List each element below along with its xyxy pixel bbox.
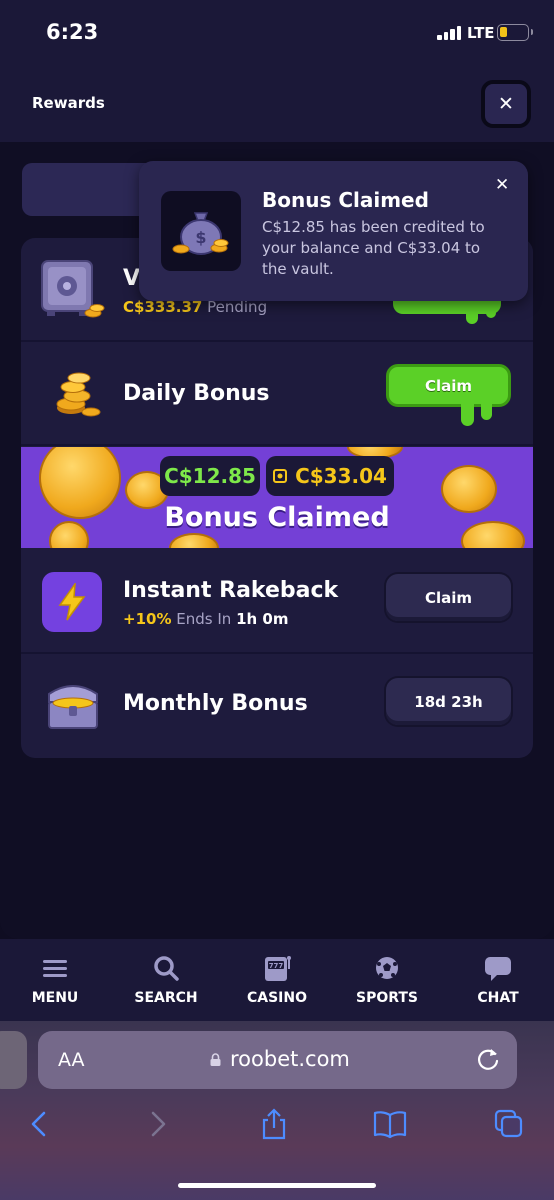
nav-item-casino[interactable]: 777 CASINO <box>232 953 322 1006</box>
bottom-navigation: MENU SEARCH 777 CASINO SPORTS CHAT <box>0 939 554 1021</box>
url-text: roobet.com <box>230 1047 350 1071</box>
nav-label-casino: CASINO <box>246 990 308 1006</box>
close-rewards-button[interactable]: ✕ <box>481 80 531 128</box>
vault-claim-button-edge[interactable] <box>393 300 501 314</box>
monthly-bonus-countdown-button[interactable]: 18d 23h <box>386 678 511 725</box>
instant-rakeback-subtitle: +10% Ends In 1h 0m <box>123 610 288 628</box>
rewards-list: V C$333.37 Pending Daily Bonus Claim C$1… <box>21 238 533 758</box>
bonus-claimed-banner: C$12.85 C$33.04 Bonus Claimed <box>21 447 533 548</box>
status-bar: 6:23 LTE <box>0 0 554 66</box>
browser-toolbar: AA roobet.com <box>0 1021 554 1200</box>
previous-tab-preview[interactable] <box>0 1031 27 1089</box>
network-type: LTE <box>467 24 495 42</box>
banner-title: Bonus Claimed <box>164 502 390 533</box>
list-item-instant-rakeback: Instant Rakeback +10% Ends In 1h 0m Clai… <box>21 550 533 654</box>
nav-item-menu[interactable]: MENU <box>10 953 100 1006</box>
daily-bonus-title: Daily Bonus <box>123 381 270 406</box>
rewards-header: Rewards <box>0 66 554 142</box>
nav-label-search: SEARCH <box>134 990 198 1006</box>
toast-close-button[interactable]: ✕ <box>495 175 509 195</box>
signal-icon <box>437 26 463 40</box>
bookmarks-icon[interactable] <box>373 1107 407 1141</box>
chat-bubble-icon <box>485 957 511 981</box>
monthly-bonus-title: Monthly Bonus <box>123 691 308 716</box>
nav-item-chat[interactable]: CHAT <box>453 953 543 1006</box>
reload-icon[interactable] <box>475 1046 501 1072</box>
svg-text:$: $ <box>195 228 206 247</box>
slot-machine-icon: 777 <box>265 956 291 981</box>
svg-text:777: 777 <box>269 962 284 970</box>
instant-rakeback-claim-button[interactable]: Claim <box>386 574 511 621</box>
battery-icon <box>497 24 533 41</box>
list-item-monthly-bonus: Monthly Bonus 18d 23h <box>21 654 533 758</box>
vault-credit-pill: C$33.04 <box>266 456 394 496</box>
share-icon[interactable] <box>257 1107 291 1141</box>
vault-safe-icon <box>41 260 105 318</box>
tabs-icon[interactable] <box>492 1107 526 1141</box>
bonus-claimed-toast: $ Bonus Claimed C$12.85 has been credite… <box>139 161 528 301</box>
instant-rakeback-title: Instant Rakeback <box>123 578 339 603</box>
balance-credit-pill: C$12.85 <box>160 456 260 496</box>
toast-title: Bonus Claimed <box>262 188 429 212</box>
forward-icon[interactable] <box>141 1107 175 1141</box>
status-time: 6:23 <box>46 20 99 44</box>
menu-icon <box>43 960 67 977</box>
list-item-daily-bonus: Daily Bonus Claim <box>21 342 533 446</box>
money-bag-icon: $ <box>161 191 241 271</box>
vault-credit-amount: C$33.04 <box>295 464 387 488</box>
nav-label-chat: CHAT <box>477 990 519 1006</box>
nav-item-search[interactable]: SEARCH <box>121 953 211 1006</box>
page-title: Rewards <box>32 94 105 112</box>
soccer-ball-icon <box>376 957 398 979</box>
rakeback-ends-label: Ends In <box>176 610 232 628</box>
address-bar[interactable]: AA roobet.com <box>38 1031 517 1089</box>
text-size-button[interactable]: AA <box>58 1049 85 1071</box>
back-icon[interactable] <box>22 1107 56 1141</box>
rakeback-percent: +10% <box>123 610 172 628</box>
nav-label-menu: MENU <box>31 990 79 1006</box>
search-icon <box>154 956 179 981</box>
lightning-icon <box>42 572 102 632</box>
vault-small-icon <box>273 469 288 483</box>
treasure-chest-icon <box>48 685 98 729</box>
nav-item-sports[interactable]: SPORTS <box>342 953 432 1006</box>
lock-icon <box>210 1053 221 1066</box>
home-indicator <box>178 1183 376 1188</box>
vault-title: V <box>123 266 141 291</box>
coin-decoration <box>169 533 219 548</box>
toast-message: C$12.85 has been credited to your balanc… <box>262 218 485 278</box>
coins-icon <box>56 372 101 417</box>
rakeback-time-left: 1h 0m <box>236 610 289 628</box>
nav-label-sports: SPORTS <box>355 990 419 1006</box>
daily-bonus-claim-button[interactable]: Claim <box>386 364 511 407</box>
